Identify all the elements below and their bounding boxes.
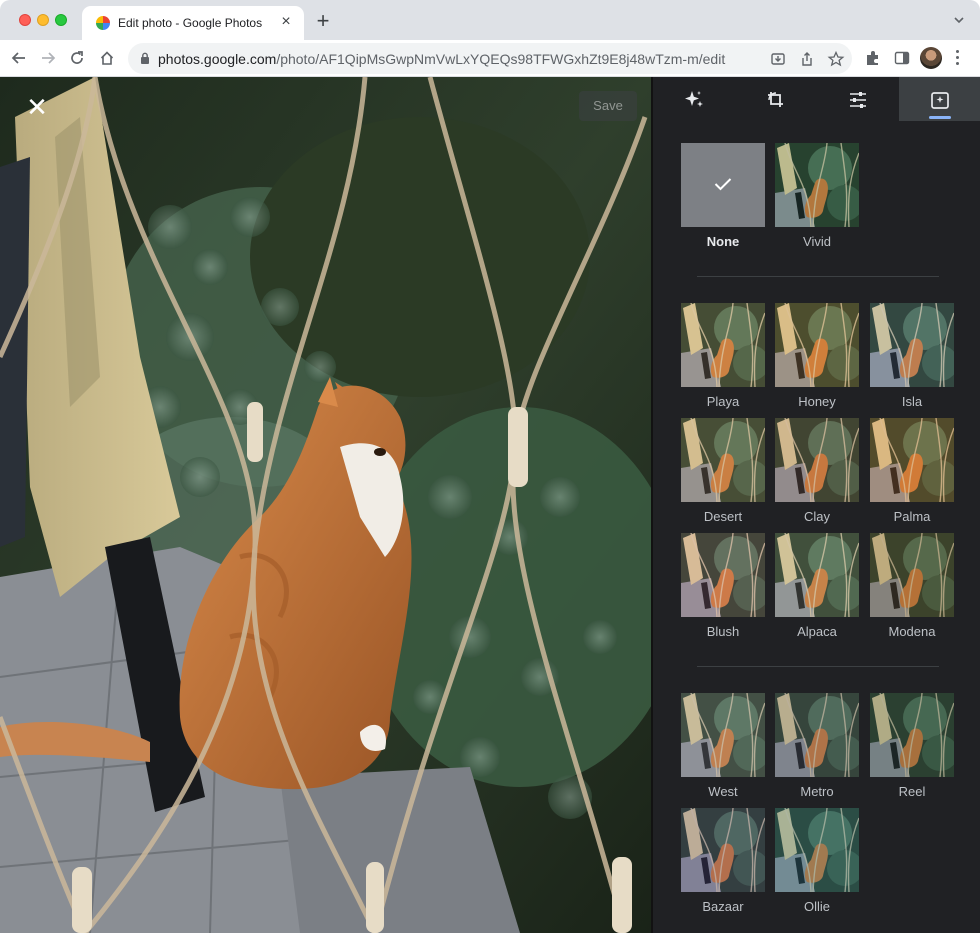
- reload-icon: [71, 51, 83, 64]
- browser-toolbar: photos.google.com/photo/AF1QipMsGwpNmVwL…: [0, 40, 980, 77]
- sliders-icon: [850, 92, 866, 108]
- sparkle-icon: [685, 91, 703, 107]
- filter-label-clay: Clay: [803, 509, 830, 524]
- new-tab-button[interactable]: +: [312, 10, 334, 33]
- filter-thumbnail-modena[interactable]: [870, 533, 954, 617]
- filter-label-isla: Isla: [901, 394, 923, 409]
- filter-label-none: None: [706, 234, 740, 249]
- filter-thumbnail-honey[interactable]: [775, 303, 859, 387]
- extensions-puzzle-icon[interactable]: [864, 49, 882, 67]
- arrow-left-icon: [11, 52, 25, 64]
- filter-thumbnail-reel[interactable]: [870, 693, 954, 777]
- filter-label-honey: Honey: [798, 394, 836, 409]
- back-button[interactable]: [8, 47, 30, 69]
- google-photos-icon: [96, 16, 110, 30]
- lock-icon: [141, 52, 149, 64]
- filter-label-bazaar: Bazaar: [702, 899, 744, 914]
- home-button[interactable]: [96, 47, 118, 69]
- filter-thumbnail-west[interactable]: [681, 693, 765, 777]
- filter-thumbnail-metro[interactable]: [775, 693, 859, 777]
- filter-label-ollie: Ollie: [803, 899, 830, 914]
- window-close-button[interactable]: [19, 14, 31, 26]
- filter-thumbnail-playa[interactable]: [681, 303, 765, 387]
- url-host: photos.google.com: [158, 51, 277, 67]
- filter-label-reel: Reel: [898, 784, 926, 799]
- filter-label-vivid: Vivid: [803, 234, 831, 249]
- filter-thumbnail-palma[interactable]: [870, 418, 954, 502]
- save-button[interactable]: Save: [579, 91, 637, 121]
- filter-label-palma: Palma: [893, 509, 931, 524]
- tab-crop-rotate[interactable]: [735, 77, 817, 121]
- address-bar[interactable]: photos.google.com/photo/AF1QipMsGwpNmVwL…: [128, 43, 852, 74]
- tab-title: Edit photo - Google Photos: [118, 16, 263, 30]
- side-panel-icon[interactable]: [893, 49, 911, 67]
- filter-label-blush: Blush: [706, 624, 740, 639]
- filter-thumbnail-alpaca[interactable]: [775, 533, 859, 617]
- filter-label-alpaca: Alpaca: [797, 624, 837, 639]
- install-app-icon[interactable]: [769, 50, 787, 68]
- filter-label-west: West: [708, 784, 738, 799]
- chevron-down-icon[interactable]: [952, 13, 966, 27]
- tab-close-icon[interactable]: ×: [278, 14, 294, 30]
- browser-tab-bar: Edit photo - Google Photos × +: [0, 0, 980, 40]
- arrow-right-icon: [42, 52, 56, 64]
- url-text: photos.google.com/photo/AF1QipMsGwpNmVwL…: [158, 51, 725, 67]
- filter-label-playa: Playa: [706, 394, 740, 409]
- filter-thumbnail-none[interactable]: [681, 143, 765, 227]
- filter-thumbnail-desert[interactable]: [681, 418, 765, 502]
- filter-thumbnail-ollie[interactable]: [775, 808, 859, 892]
- tab-filters[interactable]: [899, 77, 980, 121]
- browser-tab[interactable]: Edit photo - Google Photos ×: [82, 6, 304, 40]
- filter-thumbnail-blush[interactable]: [681, 533, 765, 617]
- tab-adjust[interactable]: [817, 77, 899, 121]
- filter-label-modena: Modena: [888, 624, 936, 639]
- filter-thumbnail-bazaar[interactable]: [681, 808, 765, 892]
- section-divider: [697, 276, 939, 277]
- close-editor-icon[interactable]: ✕: [22, 92, 52, 122]
- filter-thumbnail-clay[interactable]: [775, 418, 859, 502]
- forward-button[interactable]: [37, 47, 59, 69]
- photo-preview: ✕ Save: [0, 77, 651, 933]
- edit-panel: None Vivid Playa Honey Isla Desert Clay Palma Bl…: [651, 77, 980, 933]
- section-divider: [697, 666, 939, 667]
- reload-button[interactable]: [66, 47, 88, 69]
- filters-icon: [931, 92, 949, 109]
- url-path: /photo/AF1QipMsGwpNmVwLxYQEQs98TFWGxhZt9…: [276, 51, 726, 67]
- filter-thumbnail-vivid[interactable]: [775, 143, 859, 227]
- window-maximize-button[interactable]: [55, 14, 67, 26]
- tab-suggestions[interactable]: [653, 77, 735, 121]
- more-menu-icon[interactable]: [956, 50, 960, 66]
- filter-thumbnail-isla[interactable]: [870, 303, 954, 387]
- checkmark-icon: [714, 178, 732, 191]
- filter-label-desert: Desert: [703, 509, 743, 524]
- window-minimize-button[interactable]: [37, 14, 49, 26]
- home-icon: [100, 51, 114, 65]
- cat-photo-image: [0, 77, 651, 933]
- bookmark-star-icon[interactable]: [827, 50, 845, 68]
- profile-avatar[interactable]: [920, 47, 942, 69]
- share-icon[interactable]: [798, 50, 816, 68]
- crop-rotate-icon: [768, 92, 783, 107]
- filter-label-metro: Metro: [800, 784, 834, 799]
